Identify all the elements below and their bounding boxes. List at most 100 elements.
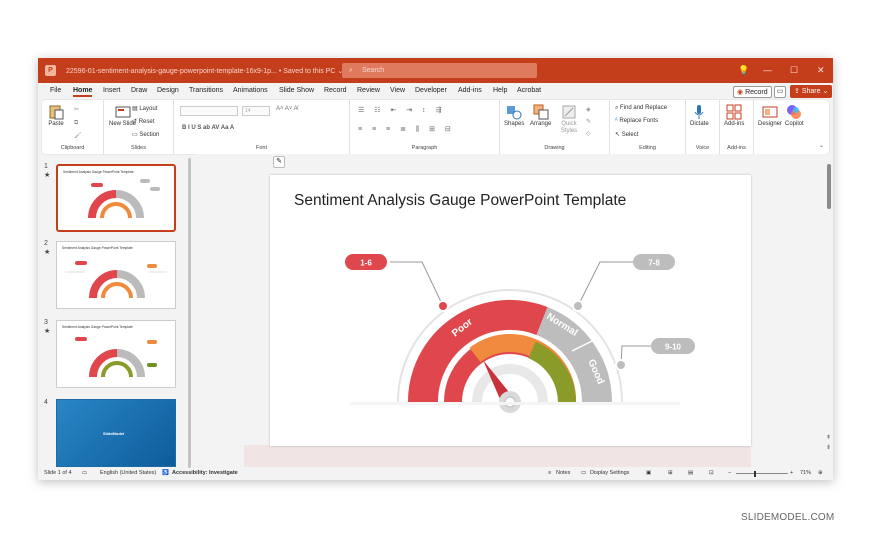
zoom-in-button[interactable]: +: [790, 470, 793, 476]
section-button[interactable]: ▭ Section: [132, 131, 159, 138]
tab-add-ins[interactable]: Add-ins: [458, 87, 482, 94]
copilot-button[interactable]: Copilot: [785, 104, 804, 127]
display-settings-button[interactable]: Display Settings: [590, 470, 629, 476]
designer-shortcut-icon[interactable]: ✎: [273, 156, 285, 168]
zoom-out-button[interactable]: −: [728, 470, 731, 476]
shape-fill-icon[interactable]: ◈: [586, 106, 591, 113]
arrange-button[interactable]: Arrange: [530, 104, 551, 127]
cut-icon[interactable]: ✂: [74, 106, 79, 113]
callout-high-text: 9-10: [665, 343, 682, 352]
slidemodel-logo-text: SlideModel: [103, 431, 125, 436]
zoom-slider[interactable]: [736, 473, 788, 474]
tab-animations[interactable]: Animations: [233, 87, 268, 94]
quick-styles-label: Quick Styles: [560, 121, 578, 134]
quick-styles-button[interactable]: Quick Styles: [558, 104, 580, 135]
grow-shrink-font-buttons[interactable]: A˄ A˅ A̸: [276, 106, 298, 112]
tab-home[interactable]: Home: [73, 87, 93, 97]
tab-slide-show[interactable]: Slide Show: [279, 87, 314, 94]
font-name-box[interactable]: [180, 106, 238, 116]
select-button[interactable]: ↖ Select: [615, 131, 638, 138]
slide-thumbnail-1[interactable]: Sentiment Analysis Gauge PowerPoint Temp…: [56, 164, 176, 232]
slidemodel-watermark: SLIDEMODEL.COM: [741, 512, 835, 523]
thumbnails-scrollbar[interactable]: [188, 158, 191, 468]
dictate-button[interactable]: Dictate: [690, 104, 709, 127]
notes-button[interactable]: Notes: [556, 470, 570, 476]
layout-icon: ▤: [132, 106, 138, 112]
slide-thumbnail-3[interactable]: Sentiment Analysis Gauge PowerPoint Temp…: [56, 320, 176, 388]
normal-view-icon[interactable]: ▣: [646, 470, 651, 476]
maximize-button[interactable]: ☐: [790, 65, 798, 76]
previous-slide-icon[interactable]: ⇞: [826, 434, 831, 441]
reading-view-icon[interactable]: ▤: [688, 470, 693, 476]
reset-button[interactable]: ↺ Reset: [132, 118, 154, 125]
tab-record[interactable]: Record: [324, 87, 347, 94]
tab-insert[interactable]: Insert: [103, 87, 121, 94]
slide-thumbnail-4[interactable]: SlideModel: [56, 399, 176, 467]
marker-mid: [572, 300, 584, 312]
arrange-icon: [533, 104, 549, 120]
tab-design[interactable]: Design: [157, 87, 179, 94]
notes-icon: ≡: [548, 470, 552, 476]
collapse-ribbon-icon[interactable]: ⌄: [819, 142, 824, 149]
designer-button[interactable]: Designer: [758, 104, 782, 127]
chevron-down-icon: ⌄: [822, 88, 829, 95]
section-label: Section: [139, 132, 160, 138]
shape-outline-icon[interactable]: ✎: [586, 118, 591, 125]
align-buttons[interactable]: ≡ ≡ ≡ ≣ ⫼ ⊞ ⊟: [358, 125, 455, 134]
tab-transitions[interactable]: Transitions: [189, 87, 223, 94]
record-button[interactable]: ◉ Record: [733, 86, 772, 98]
slide-scrollbar[interactable]: ⇞ ⇟: [826, 158, 831, 468]
slide-title: Sentiment Analysis Gauge PowerPoint Temp…: [294, 192, 626, 209]
shapes-button[interactable]: Shapes: [504, 104, 524, 127]
tab-help[interactable]: Help: [493, 87, 507, 94]
shape-effects-icon[interactable]: ◇: [586, 130, 591, 137]
slide-number: 4: [44, 399, 48, 406]
share-button[interactable]: ⇪ Share ⌄: [790, 85, 833, 98]
font-size-box[interactable]: 14: [242, 106, 270, 116]
slide-counter: Slide 1 of 4: [44, 470, 72, 476]
lightbulb-icon[interactable]: 💡: [738, 65, 749, 76]
scrollbar-thumb[interactable]: [827, 164, 831, 209]
layout-button[interactable]: ▤ Layout: [132, 105, 157, 112]
slide-sorter-icon[interactable]: ⊞: [668, 470, 673, 476]
format-painter-icon[interactable]: 🖌: [74, 132, 82, 139]
language-status[interactable]: English (United States): [100, 470, 156, 476]
comments-button[interactable]: ▭: [774, 86, 786, 98]
list-buttons[interactable]: ☰ ☷ ⇤ ⇥ ↕ ⇶: [358, 106, 445, 114]
notes-pane[interactable]: [244, 445, 751, 467]
tab-view[interactable]: View: [390, 87, 405, 94]
slide-number: 1: [44, 163, 48, 170]
tab-review[interactable]: Review: [357, 87, 380, 94]
zoom-slider-handle[interactable]: [754, 471, 756, 477]
tab-file[interactable]: File: [50, 87, 61, 94]
copy-icon[interactable]: ⧉: [74, 120, 78, 127]
notes-page-icon[interactable]: ▭: [82, 470, 87, 476]
document-filename[interactable]: 22596-01-sentiment-analysis-gauge-powerp…: [66, 67, 343, 75]
find-and-replace-button[interactable]: ⌕ Find and Replace: [615, 105, 667, 112]
copilot-icon: [787, 105, 802, 119]
record-icon: ◉: [737, 89, 744, 96]
replace-fonts-label: Replace Fonts: [619, 118, 659, 124]
slideshow-view-icon[interactable]: ⊡: [709, 470, 714, 476]
tab-draw[interactable]: Draw: [131, 87, 147, 94]
next-slide-icon[interactable]: ⇟: [826, 444, 831, 451]
current-slide[interactable]: Sentiment Analysis Gauge PowerPoint Temp…: [270, 175, 751, 446]
ribbon: Paste ✂ ⧉ 🖌 Clipboard New Slide ▤ Layout…: [42, 100, 829, 154]
replace-fonts-button[interactable]: ᴬ Replace Fonts: [615, 118, 658, 124]
accessibility-status[interactable]: Accessibility: Investigate: [172, 470, 238, 476]
section-icon: ▭: [132, 132, 138, 138]
minimize-button[interactable]: —: [763, 65, 772, 75]
slide-thumbnail-2[interactable]: Sentiment Analysis Gauge PowerPoint Temp…: [56, 241, 176, 309]
paste-button[interactable]: Paste: [48, 104, 64, 127]
search-box[interactable]: ⌕ Search: [342, 63, 537, 78]
fit-to-window-icon[interactable]: ⊕: [818, 470, 823, 476]
tab-developer[interactable]: Developer: [415, 87, 447, 94]
add-ins-button[interactable]: Add-ins: [724, 104, 744, 127]
share-label: Share: [801, 88, 821, 95]
zoom-level[interactable]: 71%: [800, 470, 811, 476]
tab-acrobat[interactable]: Acrobat: [517, 87, 541, 94]
slide-canvas: Sentiment Analysis Gauge PowerPoint Temp…: [294, 192, 695, 413]
close-button[interactable]: ✕: [817, 65, 825, 76]
replace-fonts-icon: ᴬ: [615, 118, 618, 124]
font-style-buttons[interactable]: B I U S ab AV Aa A: [182, 125, 234, 131]
